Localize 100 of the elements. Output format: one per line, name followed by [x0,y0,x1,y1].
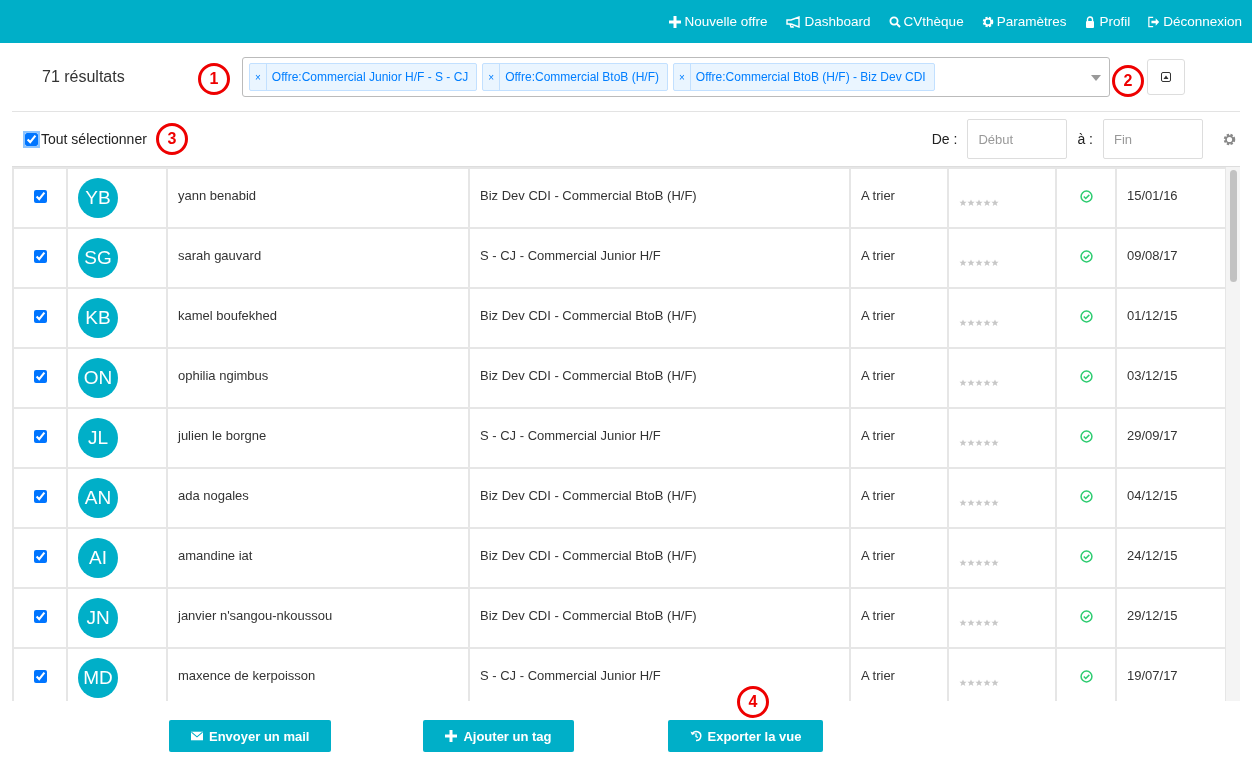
date-to-field[interactable]: Fin [1103,119,1203,159]
lock-icon [1084,15,1097,28]
date-from-label: De : [931,131,958,147]
status-text: A trier [861,187,895,203]
settings-icon [1223,132,1236,146]
logout-icon [1148,15,1161,28]
offer-title: S - CJ - Commercial Junior H/F [480,247,661,263]
remove-tag-button[interactable]: × [250,64,267,90]
collapse-button[interactable] [1147,59,1185,95]
annotation-marker: 4 [737,686,769,718]
annotation-marker: 2 [1112,65,1144,97]
filter-select[interactable]: × Offre:Commercial Junior H/F - S - CJ × Offre:Commercial BtoB (H/F) × Offre:Commercial BtoB (H/F) - Biz Dev CDI [242,57,1110,97]
tag-label: Offre:Commercial Junior H/F - S - CJ [270,70,470,84]
date-text: 01/12/15 [1127,307,1178,323]
date-to-label: à : [1077,131,1093,147]
avatar: JN [78,598,118,638]
scrollbar-thumb[interactable] [1229,170,1237,282]
tag-label: Offre:Commercial BtoB (H/F) [504,70,660,84]
plus-icon [669,15,682,28]
collapse-icon [1161,72,1171,82]
offer-title: Biz Dev CDI - Commercial BtoB (H/F) [480,607,697,623]
tag-label: Offre:Commercial BtoB (H/F) - Biz Dev CDI [694,70,927,84]
date-text: 15/01/16 [1127,187,1178,203]
remove-tag-button[interactable]: × [483,64,501,90]
action-button[interactable]: Ajouter un tag [423,720,574,752]
annotation-marker: 1 [198,63,230,95]
status-text: A trier [861,247,895,263]
settings-icon [981,15,994,28]
action-button[interactable]: Exporter la vue [667,720,824,752]
select-all-checkbox[interactable] [25,132,38,146]
megaphone-icon [785,15,802,28]
status-text: A trier [861,307,895,323]
star-rating[interactable] [959,678,999,687]
scrollbar[interactable] [1225,167,1240,701]
offer-title: Biz Dev CDI - Commercial BtoB (H/F) [480,547,697,563]
envelope-icon [191,730,203,742]
row-checkbox[interactable] [33,250,47,263]
row-checkbox[interactable] [33,490,47,503]
row-checkbox[interactable] [33,430,47,443]
nav-link[interactable]: Paramètres [981,14,1067,29]
annotation-marker: 3 [156,123,188,155]
row-checkbox[interactable] [33,370,47,383]
date-text: 19/07/17 [1127,667,1178,683]
star-rating[interactable] [959,318,999,327]
star-rating[interactable] [959,198,999,207]
caret-icon [1091,75,1101,81]
plus-icon [445,730,458,742]
search-icon [888,15,901,28]
history-icon [689,730,702,742]
avatar: ON [78,358,118,398]
star-rating[interactable] [959,558,999,567]
status-text: A trier [861,487,895,503]
avatar: MD [78,658,118,698]
row-checkbox[interactable] [33,610,47,623]
candidate-name: amandine iat [178,547,253,563]
date-from-field[interactable]: Début [967,119,1068,159]
nav-link[interactable]: Profil [1084,14,1131,29]
results-count: 71 résultats [42,68,125,85]
candidate-name: yann benabid [178,187,257,203]
star-rating[interactable] [959,378,999,387]
avatar: JL [78,418,118,458]
avatar: AI [78,538,118,578]
status-text: A trier [861,547,895,563]
offer-title: Biz Dev CDI - Commercial BtoB (H/F) [480,307,697,323]
date-text: 29/12/15 [1127,607,1178,623]
status-text: A trier [861,667,895,683]
avatar: SG [78,238,118,278]
status-text: A trier [861,427,895,443]
nav-link[interactable]: CVthèque [888,14,964,29]
candidate-name: ophilia ngimbus [178,367,269,383]
offer-title: S - CJ - Commercial Junior H/F [480,427,661,443]
avatar: AN [78,478,118,518]
row-checkbox[interactable] [33,670,47,683]
star-rating[interactable] [959,438,999,447]
status-text: A trier [861,367,895,383]
date-text: 29/09/17 [1127,427,1178,443]
offer-title: Biz Dev CDI - Commercial BtoB (H/F) [480,187,697,203]
date-text: 24/12/15 [1127,547,1178,563]
nav-link[interactable]: Déconnexion [1148,14,1242,29]
row-checkbox[interactable] [33,550,47,563]
star-rating[interactable] [959,498,999,507]
offer-title: Biz Dev CDI - Commercial BtoB (H/F) [480,367,697,383]
candidate-name: kamel boufekhed [178,307,277,323]
status-text: A trier [861,607,895,623]
action-button[interactable]: Envoyer un mail [169,720,332,752]
offer-title: Biz Dev CDI - Commercial BtoB (H/F) [480,487,697,503]
candidate-name: ada nogales [178,487,249,503]
offer-title: S - CJ - Commercial Junior H/F [480,667,661,683]
candidate-name: janvier n'sangou-nkoussou [178,607,333,623]
select-all-label: Tout sélectionner [41,131,147,147]
star-rating[interactable] [959,258,999,267]
date-text: 04/12/15 [1127,487,1178,503]
candidate-name: sarah gauvard [178,247,262,263]
row-checkbox[interactable] [33,190,47,203]
avatar: YB [78,178,118,218]
nav-link[interactable]: Nouvelle offre [669,14,768,29]
star-rating[interactable] [959,618,999,627]
nav-link[interactable]: Dashboard [785,14,871,29]
row-checkbox[interactable] [33,310,47,323]
remove-tag-button[interactable]: × [674,64,691,90]
